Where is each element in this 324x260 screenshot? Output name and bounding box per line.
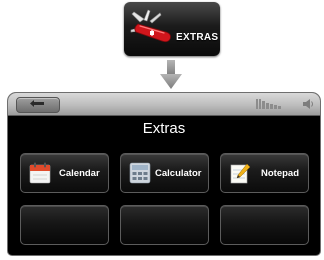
extras-launcher-button[interactable]: EXTRAS <box>124 2 220 56</box>
calculator-icon <box>129 162 151 184</box>
speaker-icon[interactable] <box>302 98 314 110</box>
down-arrow-icon <box>160 60 182 89</box>
extras-figure: EXTRAS Extras Calendar Calculator Notepa… <box>0 0 324 260</box>
swiss-knife-icon <box>130 9 171 43</box>
empty-tile-2[interactable] <box>120 205 209 245</box>
calendar-icon <box>29 162 51 184</box>
signal-icon <box>256 99 281 109</box>
notepad-icon <box>230 163 251 184</box>
extras-screen: Extras Calendar Calculator Notepad <box>8 93 320 255</box>
empty-tile-3[interactable] <box>220 205 309 245</box>
notepad-button[interactable]: Notepad <box>220 153 309 193</box>
empty-tile-1[interactable] <box>20 205 109 245</box>
back-arrow-icon <box>30 100 44 107</box>
screen-title: Extras <box>142 120 186 137</box>
calculator-label: Calculator <box>155 168 202 179</box>
notepad-label: Notepad <box>261 168 299 179</box>
calculator-button[interactable]: Calculator <box>120 153 209 193</box>
back-button[interactable] <box>16 97 60 113</box>
calendar-button[interactable]: Calendar <box>20 153 109 193</box>
status-bar <box>8 93 320 116</box>
calendar-label: Calendar <box>59 168 100 179</box>
extras-launcher-label: EXTRAS <box>176 32 219 43</box>
